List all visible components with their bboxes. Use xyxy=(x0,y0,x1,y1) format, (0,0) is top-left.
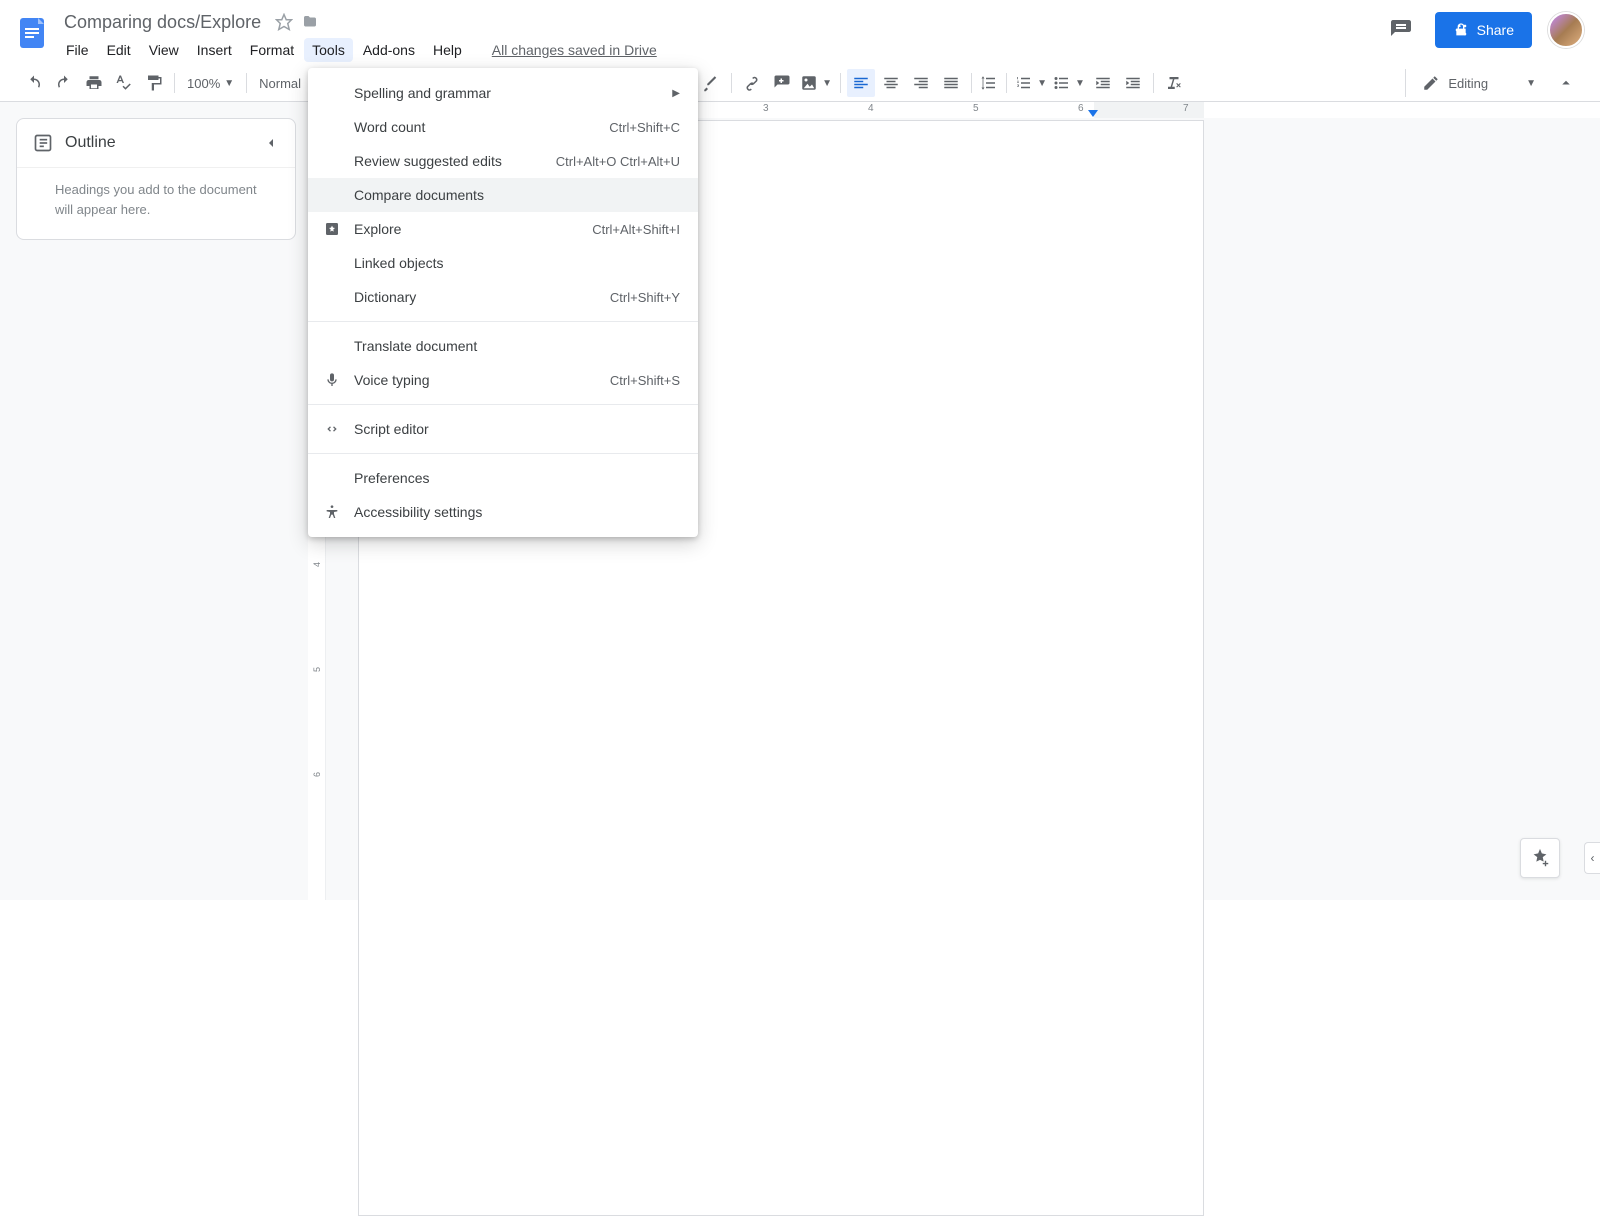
menu-view[interactable]: View xyxy=(141,38,187,62)
star-icon[interactable] xyxy=(275,13,293,31)
save-status[interactable]: All changes saved in Drive xyxy=(492,42,657,58)
print-icon[interactable] xyxy=(80,69,108,97)
explore-icon xyxy=(322,221,342,237)
separator xyxy=(840,73,841,93)
menu-divider xyxy=(308,453,698,454)
align-left-icon[interactable] xyxy=(847,69,875,97)
side-panel-handle-icon[interactable]: ‹ xyxy=(1584,842,1600,874)
insert-image-icon[interactable]: ▼ xyxy=(798,69,834,97)
menu-addons[interactable]: Add-ons xyxy=(355,38,423,62)
menu-file[interactable]: File xyxy=(58,38,97,62)
microphone-icon xyxy=(322,372,342,388)
docs-logo-icon[interactable] xyxy=(12,12,52,52)
main-area: Outline Headings you add to the document… xyxy=(0,102,1600,900)
undo-icon[interactable] xyxy=(20,69,48,97)
separator xyxy=(1153,73,1154,93)
share-button[interactable]: Share xyxy=(1435,12,1532,48)
outline-icon xyxy=(33,133,53,153)
insert-link-icon[interactable] xyxy=(738,69,766,97)
increase-indent-icon[interactable] xyxy=(1119,69,1147,97)
menu-divider xyxy=(308,404,698,405)
separator xyxy=(174,73,175,93)
paint-format-icon[interactable] xyxy=(140,69,168,97)
move-folder-icon[interactable] xyxy=(301,13,319,31)
decrease-indent-icon[interactable] xyxy=(1089,69,1117,97)
collapse-outline-icon[interactable] xyxy=(263,135,279,151)
numbered-list-icon[interactable]: ▼ xyxy=(1013,69,1049,97)
accessibility-icon xyxy=(322,504,342,520)
menu-item-voice[interactable]: Voice typing Ctrl+Shift+S xyxy=(308,363,698,397)
line-spacing-icon[interactable] xyxy=(978,69,1000,97)
redo-icon[interactable] xyxy=(50,69,78,97)
share-button-label: Share xyxy=(1477,22,1514,38)
outline-title: Outline xyxy=(65,134,251,152)
title-area: Comparing docs/Explore File Edit View In… xyxy=(58,8,1383,64)
zoom-dropdown[interactable]: 100%▼ xyxy=(181,69,240,97)
menu-item-script[interactable]: Script editor xyxy=(308,412,698,446)
editing-mode-label: Editing xyxy=(1448,76,1488,91)
menu-item-dictionary[interactable]: Dictionary Ctrl+Shift+Y xyxy=(308,280,698,314)
insert-comment-icon[interactable] xyxy=(768,69,796,97)
menu-divider xyxy=(308,321,698,322)
account-avatar[interactable] xyxy=(1548,12,1584,48)
tools-menu: Spelling and grammar ▶ Word count Ctrl+S… xyxy=(308,68,698,537)
menu-insert[interactable]: Insert xyxy=(189,38,240,62)
explore-fab-icon[interactable] xyxy=(1520,838,1560,878)
header: Comparing docs/Explore File Edit View In… xyxy=(0,0,1600,64)
menu-format[interactable]: Format xyxy=(242,38,302,62)
align-center-icon[interactable] xyxy=(877,69,905,97)
menu-item-explore[interactable]: Explore Ctrl+Alt+Shift+I xyxy=(308,212,698,246)
menu-bar: File Edit View Insert Format Tools Add-o… xyxy=(58,36,1383,64)
code-icon xyxy=(322,421,342,437)
menu-item-accessibility[interactable]: Accessibility settings xyxy=(308,495,698,529)
menu-tools[interactable]: Tools xyxy=(304,38,353,62)
outline-panel: Outline Headings you add to the document… xyxy=(16,118,296,240)
comments-icon[interactable] xyxy=(1383,12,1419,48)
menu-item-translate[interactable]: Translate document xyxy=(308,329,698,363)
collapse-toolbar-icon[interactable] xyxy=(1552,69,1580,97)
menu-item-compare[interactable]: Compare documents xyxy=(308,178,698,212)
menu-item-review[interactable]: Review suggested edits Ctrl+Alt+O Ctrl+A… xyxy=(308,144,698,178)
right-indent-marker[interactable] xyxy=(1088,110,1098,117)
separator xyxy=(1006,73,1007,93)
menu-edit[interactable]: Edit xyxy=(99,38,139,62)
document-title[interactable]: Comparing docs/Explore xyxy=(58,10,267,35)
menu-item-preferences[interactable]: Preferences xyxy=(308,461,698,495)
spellcheck-icon[interactable] xyxy=(110,69,138,97)
separator xyxy=(246,73,247,93)
outline-empty-text: Headings you add to the document will ap… xyxy=(17,167,295,239)
paragraph-style-dropdown[interactable]: Normal xyxy=(253,69,313,97)
highlight-color-icon[interactable] xyxy=(697,69,725,97)
bulleted-list-icon[interactable]: ▼ xyxy=(1051,69,1087,97)
menu-item-linked[interactable]: Linked objects xyxy=(308,246,698,280)
menu-item-spelling[interactable]: Spelling and grammar ▶ xyxy=(308,76,698,110)
menu-help[interactable]: Help xyxy=(425,38,470,62)
menu-item-wordcount[interactable]: Word count Ctrl+Shift+C xyxy=(308,110,698,144)
toolbar: 100%▼ Normal ▼ ▼ ▼ Editing ▼ xyxy=(0,64,1600,102)
editing-mode-dropdown[interactable]: Editing ▼ xyxy=(1405,69,1544,97)
separator xyxy=(971,73,972,93)
separator xyxy=(731,73,732,93)
clear-formatting-icon[interactable] xyxy=(1160,69,1188,97)
align-right-icon[interactable] xyxy=(907,69,935,97)
align-justify-icon[interactable] xyxy=(937,69,965,97)
header-right: Share xyxy=(1383,12,1584,48)
submenu-arrow-icon: ▶ xyxy=(672,88,680,99)
